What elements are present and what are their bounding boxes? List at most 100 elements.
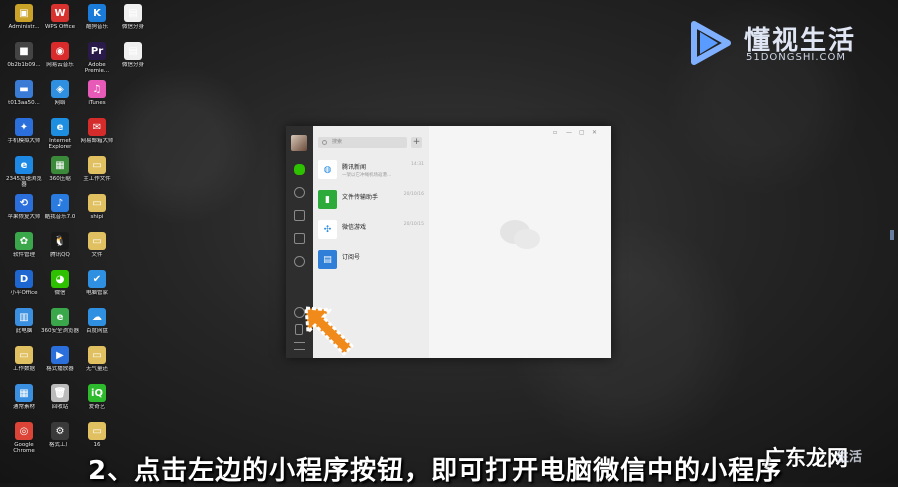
app-icon: 🗑 bbox=[51, 384, 69, 402]
chat-list-item[interactable]: ▤ 订阅号 bbox=[313, 246, 429, 276]
desktop-icon[interactable]: e 2345加速浏览器 bbox=[4, 156, 44, 188]
chat-list-item[interactable]: ✣ 微信游戏 20/10/15 bbox=[313, 216, 429, 246]
wechat-watermark-icon bbox=[500, 220, 540, 249]
app-icon: K bbox=[88, 4, 106, 22]
app-icon: ✉ bbox=[88, 118, 106, 136]
desktop-icon[interactable]: 🐧 腾讯QQ bbox=[40, 232, 80, 258]
desktop-icon[interactable]: ✔ 电脑管家 bbox=[77, 270, 117, 296]
desktop-icon-label: 360安全浏览器 bbox=[41, 328, 79, 334]
desktop-icon[interactable]: ☁ 百度网盘 bbox=[77, 308, 117, 334]
desktop-icon[interactable]: ▬ t013aa50... bbox=[4, 80, 44, 106]
app-icon: iQ bbox=[88, 384, 106, 402]
desktop-icon[interactable]: ✿ 软件管理 bbox=[4, 232, 44, 258]
chat-avatar: ✣ bbox=[318, 220, 337, 239]
avatar[interactable] bbox=[291, 135, 307, 151]
desktop-icon-label: 通常素材 bbox=[12, 404, 35, 410]
chat-list-item[interactable]: ▮ 文件传输助手 20/10/16 bbox=[313, 186, 429, 216]
desktop-icon[interactable]: e Internet Explorer bbox=[40, 118, 80, 150]
desktop-icon-label: 微信分身 bbox=[121, 62, 144, 68]
search-input[interactable]: 搜索 bbox=[318, 137, 407, 148]
desktop-icon[interactable]: ▭ 16 bbox=[77, 422, 117, 448]
maximize-button[interactable]: ▢ bbox=[579, 129, 585, 136]
desktop-icon[interactable]: ◎ Google Chrome bbox=[4, 422, 44, 454]
desktop-icon[interactable]: e 360安全浏览器 bbox=[40, 308, 80, 334]
play-logo-icon bbox=[691, 21, 731, 65]
desktop-icon-label: iTunes bbox=[88, 100, 106, 106]
desktop-icon-label: Internet Explorer bbox=[48, 138, 72, 150]
app-icon: ▤ bbox=[124, 4, 142, 22]
desktop-icon[interactable]: ▦ 通常素材 bbox=[4, 384, 44, 410]
app-icon: ✿ bbox=[15, 232, 33, 250]
app-icon: ▭ bbox=[88, 156, 106, 174]
desktop-icon-label: 格式播放器 bbox=[46, 366, 74, 372]
add-button[interactable]: + bbox=[411, 137, 422, 148]
desktop-icon[interactable]: ▭ shipi bbox=[77, 194, 117, 220]
chat-time: 14:31 bbox=[411, 162, 424, 167]
desktop-icon-label: 软件管理 bbox=[12, 252, 35, 258]
chat-name: 腾讯新闻 bbox=[342, 164, 367, 171]
desktop-icon[interactable]: ✉ 网易邮箱大师 bbox=[77, 118, 117, 144]
contacts-icon[interactable] bbox=[294, 187, 305, 198]
app-icon: ✦ bbox=[15, 118, 33, 136]
chat-icon[interactable] bbox=[294, 164, 305, 175]
search-placeholder: 搜索 bbox=[332, 139, 343, 145]
favorites-icon[interactable] bbox=[294, 210, 305, 221]
search-icon bbox=[322, 140, 327, 145]
brand-domain: 51DONGSHI.COM bbox=[746, 52, 847, 63]
desktop-icon-label: 腾讯QQ bbox=[50, 252, 70, 258]
desktop-icon[interactable]: K 酷狗音乐 bbox=[77, 4, 117, 30]
desktop-icon[interactable]: ◈ 网络 bbox=[40, 80, 80, 106]
desktop-icon-label: 网络 bbox=[54, 100, 66, 106]
app-icon: ▭ bbox=[88, 422, 106, 440]
pin-button[interactable]: ▫ bbox=[553, 129, 557, 136]
desktop-icon-label: 工作数据 bbox=[12, 366, 35, 372]
close-button[interactable]: ✕ bbox=[592, 129, 597, 136]
app-icon: ♫ bbox=[88, 80, 106, 98]
minimize-button[interactable]: — bbox=[566, 129, 572, 136]
moments-icon[interactable] bbox=[294, 256, 305, 267]
app-icon: e bbox=[51, 308, 69, 326]
desktop-icon[interactable]: ◕ 微信 bbox=[40, 270, 80, 296]
app-icon: D bbox=[15, 270, 33, 288]
desktop-icon-label: 主工作文件 bbox=[83, 176, 111, 182]
chat-list-item[interactable]: ◍ 腾讯新闻 14:31 一架以它冲绳机场返港... bbox=[313, 156, 429, 186]
desktop-icon[interactable]: ▭ 工作数据 bbox=[4, 346, 44, 372]
app-icon: ▦ bbox=[15, 384, 33, 402]
desktop-icon-label: 百度网盘 bbox=[85, 328, 108, 334]
desktop-icon-label: 电脑管家 bbox=[85, 290, 108, 296]
app-icon: ▦ bbox=[51, 156, 69, 174]
app-icon: ▬ bbox=[15, 80, 33, 98]
app-icon: ▭ bbox=[15, 346, 33, 364]
desktop-icon[interactable]: Pr Adobe Premie... bbox=[77, 42, 117, 74]
desktop-icon[interactable]: ▤ 微信分身 bbox=[113, 4, 153, 30]
desktop-icon[interactable]: ▤ 微信分身 bbox=[113, 42, 153, 68]
desktop-icon[interactable]: ♪ 酷我音乐7.0 bbox=[40, 194, 80, 220]
subtitle-caption: 2、点击左边的小程序按钮，即可打开电脑微信中的小程序 bbox=[88, 456, 783, 486]
desktop-icon[interactable]: ⚙ 格式工厂 bbox=[40, 422, 80, 448]
desktop-icon[interactable]: W WPS Office bbox=[40, 4, 80, 30]
desktop-icon[interactable]: ▭ 文件 bbox=[77, 232, 117, 258]
desktop-icon-label: 0b2b1b09... bbox=[7, 62, 41, 68]
desktop-icon[interactable]: iQ 爱奇艺 bbox=[77, 384, 117, 410]
desktop-icon[interactable]: ▥ 此电脑 bbox=[4, 308, 44, 334]
desktop-icon[interactable]: ▣ Administr... bbox=[4, 4, 44, 30]
desktop-icon[interactable]: 🗑 回收站 bbox=[40, 384, 80, 410]
chat-avatar: ▤ bbox=[318, 250, 337, 269]
desktop-icon[interactable]: ▶ 格式播放器 bbox=[40, 346, 80, 372]
app-icon: ■ bbox=[15, 42, 33, 60]
desktop-icon[interactable]: ♫ iTunes bbox=[77, 80, 117, 106]
desktop-icon[interactable]: ▦ 360压缩 bbox=[40, 156, 80, 182]
chat-time: 20/10/15 bbox=[403, 222, 424, 227]
desktop-icon[interactable]: ⟲ 苹果恢复大师 bbox=[4, 194, 44, 220]
desktop-icon[interactable]: ■ 0b2b1b09... bbox=[4, 42, 44, 68]
desktop-icon[interactable]: ◉ 网易云音乐 bbox=[40, 42, 80, 68]
desktop-icon[interactable]: D 小平Office bbox=[4, 270, 44, 296]
desktop-icon[interactable]: ▭ 主工作文件 bbox=[77, 156, 117, 182]
desktop-icon[interactable]: ▭ 无气量还 bbox=[77, 346, 117, 372]
scrollbar[interactable] bbox=[890, 230, 894, 240]
desktop-icon-label: shipi bbox=[90, 214, 104, 220]
folder-icon[interactable] bbox=[294, 233, 305, 244]
app-icon: ♪ bbox=[51, 194, 69, 212]
app-icon: ⟲ bbox=[15, 194, 33, 212]
desktop-icon[interactable]: ✦ 手机模拟大师 bbox=[4, 118, 44, 144]
